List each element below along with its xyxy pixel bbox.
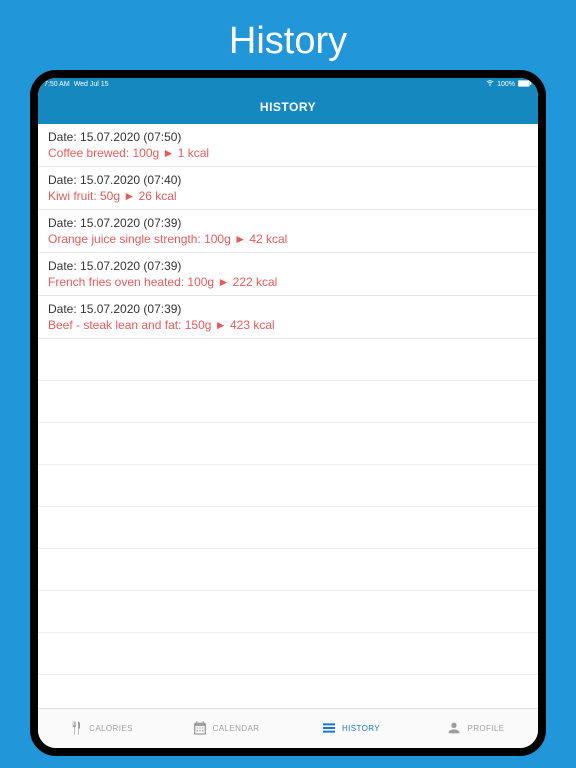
list-icon [321,720,337,738]
list-item[interactable]: Date: 15.07.2020 (07:39) Beef - steak le… [38,296,538,339]
empty-row [38,675,538,708]
tab-label: CALENDAR [213,724,260,733]
status-time: 7:50 AM [44,81,70,88]
empty-row [38,339,538,381]
list-item[interactable]: Date: 15.07.2020 (07:39) Orange juice si… [38,210,538,253]
list-item[interactable]: Date: 15.07.2020 (07:39) French fries ov… [38,253,538,296]
page-title: History [0,0,576,75]
history-list[interactable]: Date: 15.07.2020 (07:50) Coffee brewed: … [38,124,538,708]
empty-row [38,549,538,591]
status-bar: 7:50 AM Wed Jul 15 100% [38,78,538,90]
app-header-title: HISTORY [38,90,538,124]
empty-row [38,465,538,507]
empty-row [38,381,538,423]
tab-calendar[interactable]: CALENDAR [163,709,288,748]
tab-label: PROFILE [467,724,504,733]
calendar-icon [192,720,208,738]
entry-detail: Kiwi fruit: 50g ► 26 kcal [48,189,528,203]
entry-detail: Orange juice single strength: 100g ► 42 … [48,232,528,246]
list-item[interactable]: Date: 15.07.2020 (07:50) Coffee brewed: … [38,124,538,167]
entry-detail: French fries oven heated: 100g ► 222 kca… [48,275,528,289]
battery-icon [518,80,532,89]
tab-calories[interactable]: CALORIES [38,709,163,748]
status-battery-percent: 100% [497,81,515,88]
entry-date: Date: 15.07.2020 (07:40) [48,173,528,187]
wifi-icon [486,80,494,89]
user-icon [446,720,462,738]
tab-bar: CALORIES CALENDAR HISTORY PROFILE [38,708,538,748]
entry-date: Date: 15.07.2020 (07:39) [48,216,528,230]
entry-detail: Beef - steak lean and fat: 150g ► 423 kc… [48,318,528,332]
empty-row [38,633,538,675]
entry-date: Date: 15.07.2020 (07:39) [48,302,528,316]
entry-date: Date: 15.07.2020 (07:50) [48,130,528,144]
device-frame: 7:50 AM Wed Jul 15 100% HISTORY Date: 15… [30,70,546,756]
tab-label: HISTORY [342,724,380,733]
empty-row [38,423,538,465]
utensils-icon [68,720,84,738]
tab-profile[interactable]: PROFILE [413,709,538,748]
entry-detail: Coffee brewed: 100g ► 1 kcal [48,146,528,160]
empty-row [38,591,538,633]
tab-history[interactable]: HISTORY [288,709,413,748]
list-item[interactable]: Date: 15.07.2020 (07:40) Kiwi fruit: 50g… [38,167,538,210]
empty-row [38,507,538,549]
tab-label: CALORIES [89,724,133,733]
status-date: Wed Jul 15 [74,81,109,88]
entry-date: Date: 15.07.2020 (07:39) [48,259,528,273]
